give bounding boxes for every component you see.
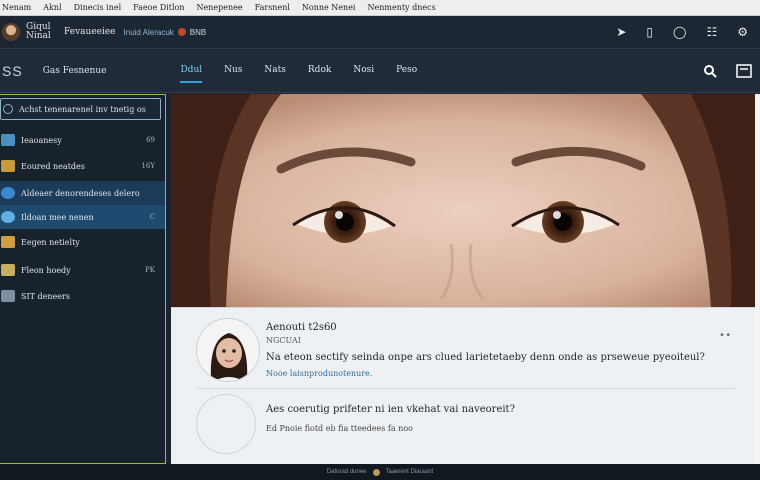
sidebar-item-count: 16Y [141, 162, 155, 170]
header-code: BNB [189, 27, 207, 37]
post-author-name[interactable]: Aenouti t2s60 [266, 322, 337, 333]
tab-nus[interactable]: Nus [224, 59, 242, 83]
footer: Datorad dunee Taaerent Diaraant [0, 464, 760, 480]
tab-peso[interactable]: Peso [396, 59, 417, 83]
bookmark-item[interactable]: Nenepenee [196, 3, 242, 12]
send-icon[interactable]: ➤ [616, 25, 626, 39]
sidebar-item-count: PK [145, 266, 155, 274]
more-options-icon[interactable]: • • [720, 330, 730, 341]
sidebar-item-label: Fleon hoedy [21, 265, 71, 275]
logo[interactable]: SS [2, 63, 23, 79]
sidebar-item[interactable]: Ieaoanesy 69 [0, 128, 165, 152]
sidebar-item[interactable]: Eegen netielty [0, 230, 165, 254]
post-body: Na eteon sectify seinda onpe ars clued l… [266, 352, 705, 363]
header-link[interactable]: Inuid Aleracuk [124, 28, 174, 37]
file-icon [1, 290, 15, 302]
reply-avatar-placeholder[interactable] [196, 394, 256, 454]
menu-icon[interactable]: ☷ [706, 25, 717, 39]
bookmark-item[interactable]: Faeoe Ditlon [133, 3, 184, 12]
hero-image [171, 94, 755, 307]
tab-ddul[interactable]: Ddul [180, 59, 203, 83]
post-author-avatar[interactable] [196, 318, 260, 382]
bookmark-item[interactable]: Nonne Nenei [302, 3, 356, 12]
footer-left: Datorad dunee [326, 469, 367, 475]
settings-icon[interactable]: ⚙ [737, 25, 748, 39]
folder-icon [1, 134, 15, 146]
sidebar-item[interactable]: Eoured neatdes 16Y [0, 154, 165, 178]
app-name: Giqul Ninal [26, 22, 51, 41]
sidebar-item-label: Eegen netielty [21, 237, 80, 247]
sidebar-item-count: 69 [146, 136, 155, 144]
bookmark-item[interactable]: Nenmenty dnecs [367, 3, 435, 12]
sidebar-item-label: Aldeaer denorendeses delero [21, 188, 140, 198]
sidebar-item[interactable]: SIT deneers [0, 284, 165, 308]
phone-icon[interactable]: ▯ [646, 25, 653, 39]
post-card: Aenouti t2s60 NGCUAI • • Na eteon sectif… [171, 307, 755, 464]
sidebar-item-label: Ieaoanesy [21, 135, 62, 145]
bookmark-item[interactable]: Farsnenl [255, 3, 290, 12]
divider [196, 388, 735, 389]
app-header: Giqul Ninal Fevaueeiee Inuid Aleracuk BN… [0, 16, 760, 49]
search-label[interactable]: Gas Fesnenue [43, 66, 107, 76]
search-placeholder: Achst tenenarenel inv tnetig os [19, 104, 146, 114]
folder-icon [1, 236, 15, 248]
sidebar: Achst tenenarenel inv tnetig os Ieaoanes… [0, 94, 166, 464]
main-content: Aenouti t2s60 NGCUAI • • Na eteon sectif… [171, 94, 760, 464]
search-icon[interactable] [702, 63, 718, 79]
folder-icon [1, 264, 15, 276]
sidebar-item-label: Eoured neatdes [21, 161, 85, 171]
reply-meta: Ed Pnoie fiotd eb fia tteedees fa noo [266, 424, 413, 433]
user-avatar[interactable] [2, 23, 20, 41]
bookmark-item[interactable]: Aknl [43, 3, 61, 12]
bookmarks-bar: Nenam Aknl Dinecis inel Faeoe Ditlon Nen… [0, 0, 760, 16]
sidebar-item[interactable]: Ildoan mee nenen C [0, 205, 165, 229]
nav-bar: SS Gas Fesnenue Ddul Nus Nats Rdok Nosi … [0, 50, 760, 93]
tab-rdok[interactable]: Rdok [308, 59, 331, 83]
tab-nats[interactable]: Nats [264, 59, 285, 83]
window-icon[interactable] [736, 63, 752, 79]
sidebar-item[interactable]: Aldeaer denorendeses delero [0, 181, 165, 205]
globe-icon [1, 187, 15, 199]
nav-tabs: Ddul Nus Nats Rdok Nosi Peso [180, 59, 417, 83]
sidebar-item-label: Ildoan mee nenen [21, 212, 94, 222]
footer-dot-icon [372, 468, 380, 476]
search-icon [3, 104, 13, 114]
tab-nosi[interactable]: Nosi [353, 59, 374, 83]
post-meta-link[interactable]: Nooe laisnprodunotenure. [266, 369, 372, 378]
bookmark-item[interactable]: Nenam [2, 3, 31, 12]
clock-icon[interactable]: ◯ [673, 25, 686, 39]
sidebar-item-label: SIT deneers [21, 291, 70, 301]
post-author-handle: NGCUAI [266, 336, 301, 345]
sidebar-item-count: C [149, 213, 155, 221]
globe-icon [1, 211, 15, 223]
reply-question: Aes coerutig prifeter ni ien vkehat vai … [266, 404, 515, 415]
footer-right: Taaerent Diaraant [385, 469, 434, 475]
sidebar-item[interactable]: Fleon hoedy PK [0, 258, 165, 282]
bookmark-item[interactable]: Dinecis inel [74, 3, 122, 12]
folder-icon [1, 160, 15, 172]
brand-label: Fevaueeiee [64, 27, 116, 37]
sidebar-search-input[interactable]: Achst tenenarenel inv tnetig os [0, 98, 161, 120]
status-dot-icon [177, 28, 186, 36]
